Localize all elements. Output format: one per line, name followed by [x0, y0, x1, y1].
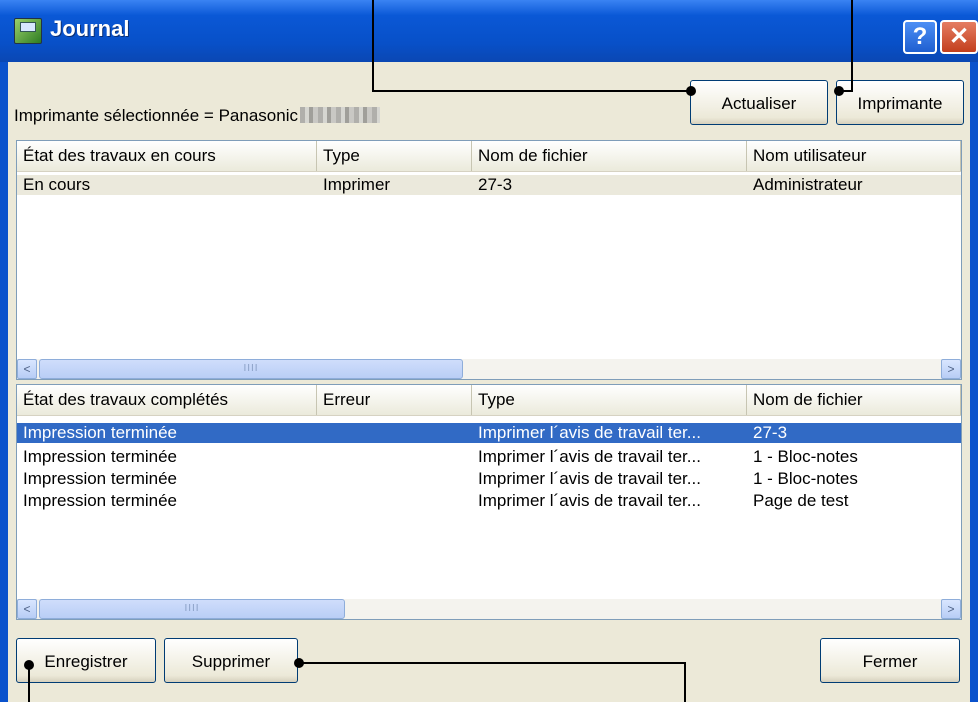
window-title: Journal	[50, 16, 130, 41]
column-header-username[interactable]: Nom utilisateur	[747, 141, 961, 171]
completed-type-cell: Imprimer l´avis de travail ter...	[478, 447, 701, 466]
error-cell	[317, 469, 472, 489]
window-frame-right	[970, 62, 978, 702]
journal-window: Journal ? ✕ Imprimante sélectionnée = Pa…	[0, 0, 978, 702]
job-username-cell: Administrateur	[753, 175, 863, 194]
completed-jobs-horizontal-scrollbar[interactable]: < IIII >	[17, 599, 961, 619]
callout-dot-save	[24, 660, 34, 670]
blurred-printer-model	[299, 107, 380, 123]
current-jobs-list[interactable]: État des travaux en cours Type Nom de fi…	[16, 140, 962, 380]
completed-job-row[interactable]: Impression terminée Imprimer l´avis de t…	[17, 491, 961, 511]
column-header-status[interactable]: État des travaux en cours	[17, 141, 317, 171]
title-bar[interactable]: Journal ? ✕	[0, 0, 978, 62]
column-header-completed-type[interactable]: Type	[472, 385, 747, 415]
callout-line-refresh-vertical	[372, 0, 374, 92]
window-frame-left	[0, 62, 8, 702]
scroll-thumb[interactable]: IIII	[39, 599, 345, 619]
completed-filename-cell: Page de test	[753, 491, 849, 510]
completed-type-cell: Imprimer l´avis de travail ter...	[478, 491, 701, 510]
column-header-completed-status[interactable]: État des travaux complétés	[17, 385, 317, 415]
callout-line-delete-vertical	[684, 662, 686, 702]
scroll-right-arrow-icon[interactable]: >	[941, 359, 961, 379]
completed-jobs-list[interactable]: État des travaux complétés Erreur Type N…	[16, 384, 962, 620]
scroll-left-arrow-icon[interactable]: <	[17, 359, 37, 379]
completed-jobs-header: État des travaux complétés Erreur Type N…	[17, 385, 961, 416]
completed-job-row[interactable]: Impression terminée Imprimer l´avis de t…	[17, 447, 961, 467]
printer-button[interactable]: Imprimante	[836, 80, 964, 125]
scroll-left-arrow-icon[interactable]: <	[17, 599, 37, 619]
callout-line-delete-horizontal	[298, 662, 686, 664]
current-jobs-header: État des travaux en cours Type Nom de fi…	[17, 141, 961, 172]
completed-status-cell: Impression terminée	[23, 423, 178, 442]
job-type-cell: Imprimer	[323, 175, 391, 194]
callout-line-printer-vertical	[851, 0, 853, 92]
help-button[interactable]: ?	[903, 20, 937, 54]
scroll-right-arrow-icon[interactable]: >	[941, 599, 961, 619]
completed-filename-cell: 1 - Bloc-notes	[753, 447, 858, 466]
scroll-thumb[interactable]: IIII	[39, 359, 463, 379]
selected-printer-label: Imprimante sélectionnée = Panasonic	[14, 106, 380, 126]
column-header-error[interactable]: Erreur	[317, 385, 472, 415]
completed-status-cell: Impression terminée	[23, 469, 178, 488]
save-button[interactable]: Enregistrer	[16, 638, 156, 683]
completed-status-cell: Impression terminée	[23, 491, 178, 510]
error-cell	[317, 447, 472, 467]
error-cell	[317, 491, 472, 511]
current-job-row[interactable]: En cours Imprimer 27-3 Administrateur	[17, 175, 961, 195]
completed-type-cell: Imprimer l´avis de travail ter...	[478, 423, 701, 442]
error-cell	[317, 423, 472, 443]
delete-button[interactable]: Supprimer	[164, 638, 298, 683]
callout-line-refresh-horizontal	[372, 90, 692, 92]
job-status-cell: En cours	[23, 175, 91, 194]
callout-dot-printer	[834, 86, 844, 96]
column-header-completed-filename[interactable]: Nom de fichier	[747, 385, 961, 415]
completed-job-row[interactable]: Impression terminée Imprimer l´avis de t…	[17, 469, 961, 489]
completed-status-cell: Impression terminée	[23, 447, 178, 466]
current-jobs-horizontal-scrollbar[interactable]: < IIII >	[17, 359, 961, 379]
callout-dot-delete	[294, 658, 304, 668]
job-filename-cell: 27-3	[478, 175, 513, 194]
column-header-type[interactable]: Type	[317, 141, 472, 171]
callout-dot-refresh	[686, 86, 696, 96]
refresh-button[interactable]: Actualiser	[690, 80, 828, 125]
journal-app-icon	[14, 18, 42, 44]
close-button[interactable]: Fermer	[820, 638, 960, 683]
column-header-filename[interactable]: Nom de fichier	[472, 141, 747, 171]
completed-type-cell: Imprimer l´avis de travail ter...	[478, 469, 701, 488]
close-window-button[interactable]: ✕	[940, 20, 978, 54]
completed-filename-cell: 1 - Bloc-notes	[753, 469, 858, 488]
completed-filename-cell: 27-3	[753, 423, 788, 442]
selected-printer-text: Imprimante sélectionnée = Panasonic	[14, 106, 298, 125]
completed-job-row[interactable]: Impression terminée Imprimer l´avis de t…	[17, 423, 961, 443]
